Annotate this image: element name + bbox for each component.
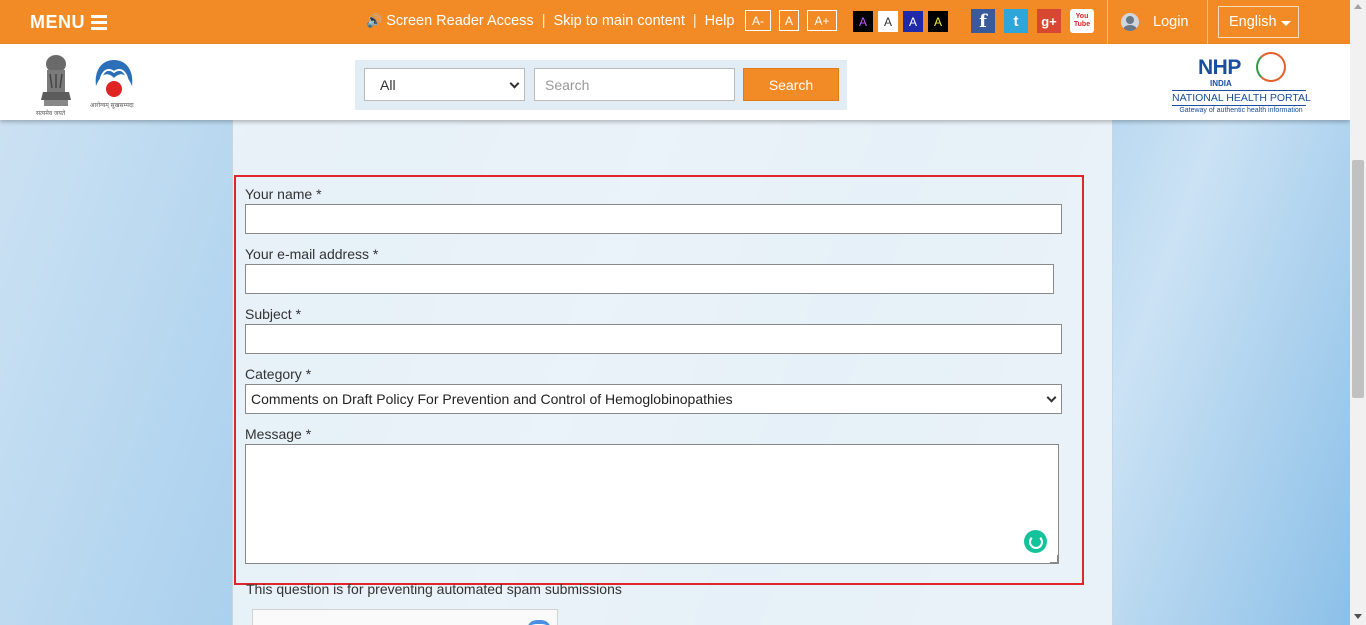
category-label: Category * xyxy=(245,366,312,382)
nhp-swirl-icon xyxy=(1256,52,1286,82)
chevron-down-icon xyxy=(509,78,520,89)
login-label: Login xyxy=(1153,14,1189,30)
caret-down-icon xyxy=(1280,21,1291,26)
social-links: f t g+ You Tube xyxy=(971,9,1094,33)
name-label: Your name * xyxy=(245,186,322,202)
screen-reader-link[interactable]: Screen Reader Access xyxy=(386,13,534,29)
contrast-controls: A A A A xyxy=(853,11,948,32)
language-label: English xyxy=(1229,14,1277,30)
subject-label: Subject * xyxy=(245,306,302,322)
search-scope-value: All xyxy=(380,76,396,93)
top-bar: MENU 🔊 Screen Reader Access | Skip to ma… xyxy=(0,0,1350,44)
scroll-down-icon[interactable] xyxy=(1354,614,1362,619)
search-input[interactable]: Search xyxy=(534,68,735,101)
menu-label: MENU xyxy=(30,12,85,32)
font-size-controls: A- A A+ xyxy=(745,10,837,31)
email-input[interactable] xyxy=(245,264,1054,294)
national-emblem-icon[interactable] xyxy=(38,52,74,110)
email-label: Your e-mail address * xyxy=(245,246,379,262)
link-separator: | xyxy=(541,13,546,29)
link-separator: | xyxy=(692,13,697,29)
search-placeholder: Search xyxy=(545,76,590,93)
page-scrollbar[interactable] xyxy=(1350,0,1366,625)
contrast-white-button[interactable]: A xyxy=(878,11,898,32)
mission-logo-icon[interactable] xyxy=(92,56,136,102)
name-input[interactable] xyxy=(245,204,1062,234)
font-decrease-button[interactable]: A- xyxy=(745,10,771,31)
login-link[interactable]: Login xyxy=(1121,13,1188,31)
search-scope-select[interactable]: All xyxy=(364,68,525,101)
language-select[interactable]: English xyxy=(1218,6,1299,38)
youtube-icon[interactable]: You Tube xyxy=(1070,9,1094,33)
category-value: Comments on Draft Policy For Prevention … xyxy=(251,391,733,407)
nhp-logo-country: INDIA xyxy=(1210,79,1232,88)
nhp-logo[interactable]: NHP INDIA NATIONAL HEALTH PORTAL Gateway… xyxy=(1170,52,1311,118)
menu-button[interactable]: MENU xyxy=(30,12,107,33)
mission-caption: आरोग्यम् सुखसम्पदा xyxy=(90,103,134,109)
contrast-black-purple-button[interactable]: A xyxy=(853,11,873,32)
contrast-black-yellow-button[interactable]: A xyxy=(928,11,948,32)
nhp-logo-name: NATIONAL HEALTH PORTAL xyxy=(1172,90,1311,106)
scrollbar-thumb[interactable] xyxy=(1352,160,1364,398)
contrast-blue-button[interactable]: A xyxy=(903,11,923,32)
font-normal-button[interactable]: A xyxy=(779,10,799,31)
captcha-widget[interactable] xyxy=(252,609,558,625)
message-label: Message * xyxy=(245,426,312,442)
emblem-caption: सत्यमेव जयते xyxy=(36,111,66,117)
facebook-icon[interactable]: f xyxy=(971,9,995,33)
speaker-icon: 🔊 xyxy=(366,13,383,28)
font-increase-button[interactable]: A+ xyxy=(807,10,837,31)
message-textarea[interactable] xyxy=(245,444,1059,564)
nhp-logo-mark: NHP xyxy=(1198,56,1241,79)
topbar-divider xyxy=(1107,0,1108,44)
search-button[interactable]: Search xyxy=(743,68,839,101)
scroll-up-icon[interactable] xyxy=(1354,4,1362,9)
subject-input[interactable] xyxy=(245,324,1062,354)
hamburger-icon xyxy=(91,15,107,30)
nhp-logo-tagline: Gateway of authentic health information xyxy=(1179,107,1303,114)
chevron-down-icon xyxy=(1046,392,1057,403)
topbar-divider xyxy=(1207,0,1208,44)
resize-handle-icon[interactable] xyxy=(1050,555,1058,563)
twitter-icon[interactable]: t xyxy=(1004,9,1028,33)
help-link[interactable]: Help xyxy=(705,13,735,29)
spam-notice: This question is for preventing automate… xyxy=(246,581,622,597)
skip-to-main-link[interactable]: Skip to main content xyxy=(553,13,684,29)
user-icon xyxy=(1121,13,1139,31)
site-header: सत्यमेव जयते आरोग्यम् सुखसम्पदा All Sear… xyxy=(0,44,1350,120)
category-select[interactable]: Comments on Draft Policy For Prevention … xyxy=(245,384,1062,414)
grammarly-icon[interactable] xyxy=(1024,530,1047,553)
search-bar: All Search Search xyxy=(355,60,847,110)
google-plus-icon[interactable]: g+ xyxy=(1037,9,1061,33)
accessibility-links: 🔊 Screen Reader Access | Skip to main co… xyxy=(366,13,734,29)
